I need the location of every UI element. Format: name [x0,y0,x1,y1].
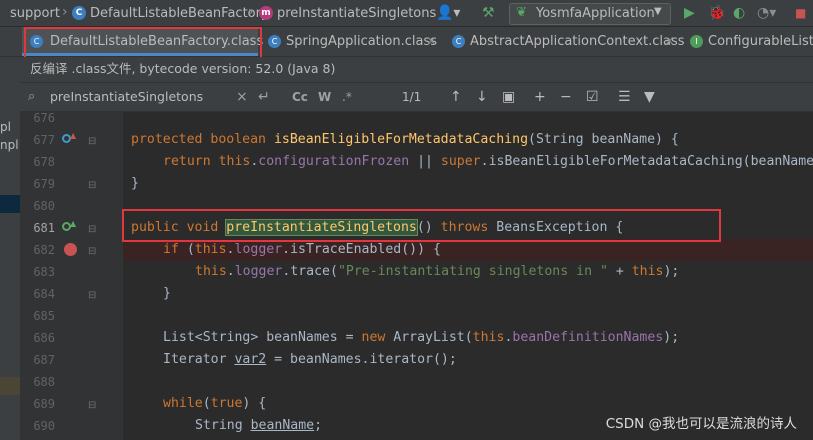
clear-icon[interactable]: × [236,88,248,106]
stop-icon[interactable]: ■ [795,4,806,22]
fold-icon[interactable]: ⊟ [88,400,96,411]
line-number: 686 [33,331,55,345]
next-occurrence-icon[interactable]: ↓ [476,88,488,106]
line-number: 690 [33,419,55,433]
code-line-682: if (this.logger.isTraceEnabled()) { [163,242,441,257]
tab-springapplication[interactable]: C SpringApplication.class × [264,27,444,56]
code-line-677: protected boolean isBeanEligibleForMetad… [131,132,679,147]
line-number: 681 [33,221,55,235]
line-number: 676 [33,111,55,125]
debug-icon[interactable]: 🐞 [708,4,725,22]
highlight-box-tab [24,27,262,61]
chevron-right-icon: › [248,4,254,20]
line-number: 677 [33,133,55,147]
code-line-684: } [163,286,171,301]
project-panel-strip: pl npl [0,57,21,440]
new-line-icon[interactable]: ↵ [258,88,270,106]
arrow-up-icon: ▲ [70,219,77,228]
user-icon[interactable]: 👤▾ [436,4,460,22]
panel-fragment: npl [0,138,19,152]
find-bar: ⌕ preInstantiateSingletons × ↵ Cc W .* 1… [20,83,813,112]
method-icon: m [259,6,273,20]
select-all-icon[interactable]: ☑ [586,88,599,106]
line-number: 678 [33,155,55,169]
line-number: 679 [33,177,55,191]
match-count: 1/1 [402,90,422,104]
breakpoint-icon[interactable] [64,243,77,256]
class-file-icon: C [268,35,281,48]
arrow-up-icon: ▲ [70,131,77,140]
tree-row[interactable] [0,377,20,395]
match-case-toggle[interactable]: Cc [292,88,308,106]
whole-words-toggle[interactable]: W [318,88,331,106]
code-line-686: List<String> beanNames = new ArrayList(t… [163,330,680,345]
tab-label: AbstractApplicationContext.class [470,34,685,49]
fold-icon[interactable]: ⊟ [88,136,96,147]
line-number: 685 [33,309,55,323]
fold-icon[interactable]: ⊟ [88,290,96,301]
spring-leaf-icon: ❦ [516,5,527,20]
code-line-690: String beanName; [195,418,323,433]
selected-tree-row[interactable] [0,195,20,213]
run-config-label: YosmfaApplication [536,6,655,21]
run-configuration-select[interactable]: ❦ YosmfaApplication ▼ [509,3,671,25]
highlight-box-method [122,209,721,242]
fold-icon[interactable]: ⊟ [88,180,96,191]
fold-icon[interactable]: ⊟ [88,246,96,257]
remove-selection-icon[interactable]: − [560,88,572,106]
close-icon[interactable]: × [426,27,437,56]
regex-toggle[interactable]: .* [342,88,352,106]
select-all-occurrences-icon[interactable]: ▣ [502,88,515,106]
build-hammer-icon[interactable]: ⚒ [482,4,495,22]
tab-label: ConfigurableListab [708,34,813,49]
fold-icon[interactable]: ⊟ [88,224,96,235]
search-input[interactable]: preInstantiateSingletons [50,89,203,104]
tab-abstractapplicationcontext[interactable]: C AbstractApplicationContext.class × [450,27,685,56]
add-selection-icon[interactable]: + [534,88,546,106]
line-number: 683 [33,265,55,279]
filter-icon[interactable]: ▼ [644,88,655,106]
info-text: 反编译 .class文件, bytecode version: 52.0 (Ja… [30,61,336,76]
line-number: 688 [33,375,55,389]
code-line-687: Iterator var2 = beanNames.iterator(); [163,352,457,367]
line-number: 684 [33,287,55,301]
search-icon: ⌕ [28,89,36,104]
tab-configurablelistable[interactable]: I ConfigurableListab [688,27,813,56]
breadcrumb-method[interactable]: preInstantiateSingletons [277,6,436,21]
watermark: CSDN @我也可以是流浪的诗人 [605,416,797,432]
line-number: 687 [33,353,55,367]
class-file-icon: C [452,35,465,48]
profile-icon[interactable]: ◔▾ [757,4,776,22]
filter-options-icon[interactable]: ☰ [618,88,631,106]
chevron-down-icon: ▼ [654,6,662,17]
class-icon: C [72,6,86,20]
code-line-689: while(true) { [163,396,267,411]
coverage-icon[interactable]: ◐ [733,4,745,22]
code-line-683: this.logger.trace("Pre-instantiating sin… [195,264,680,279]
close-icon[interactable]: × [664,27,675,56]
run-icon[interactable]: ▶ [684,4,695,22]
interface-file-icon: I [690,35,703,48]
line-number: 689 [33,397,55,411]
panel-fragment: pl [0,120,11,134]
navigation-bar: support › C DefaultListableBeanFactory ›… [0,0,813,27]
previous-occurrence-icon[interactable]: ↑ [450,88,462,106]
decompiler-info-banner: 反编译 .class文件, bytecode version: 52.0 (Ja… [20,57,813,83]
breadcrumb-class[interactable]: DefaultListableBeanFactory [90,6,269,21]
code-line-678: return this.configurationFrozen || super… [163,154,813,169]
breadcrumb-support[interactable]: support [10,6,60,21]
chevron-right-icon: › [62,4,68,20]
line-number: 680 [33,199,55,213]
code-line-679: } [131,176,139,191]
tab-label: SpringApplication.class [286,34,437,49]
line-number: 682 [33,243,55,257]
